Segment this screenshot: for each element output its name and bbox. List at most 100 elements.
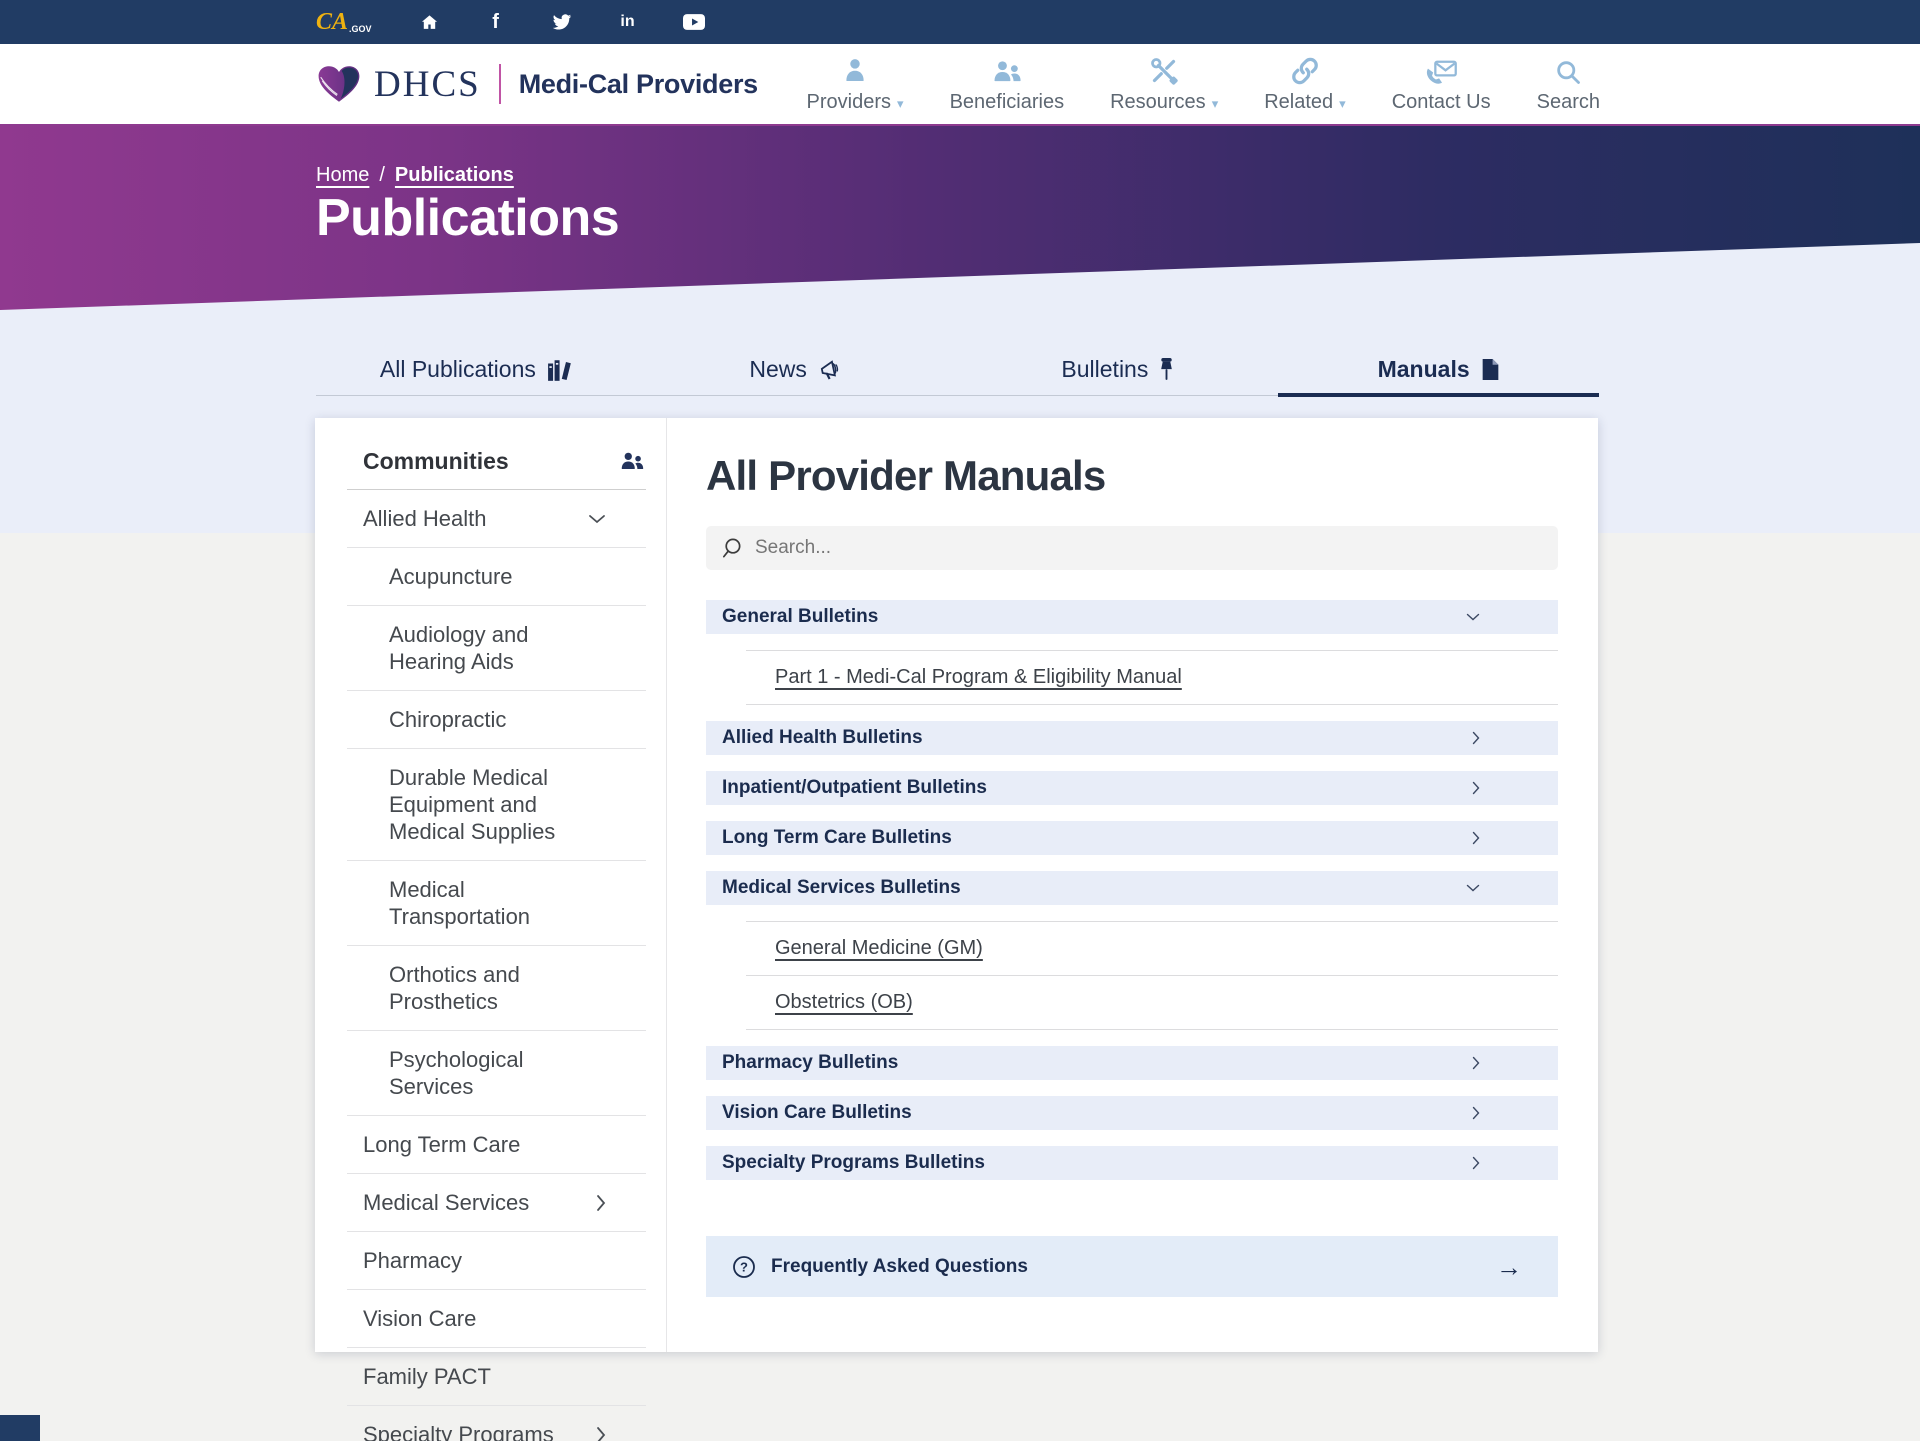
brand-acronym: DHCS	[374, 63, 481, 106]
sidebar-item-label: Vision Care	[363, 1306, 476, 1331]
manuals-search	[706, 526, 1558, 570]
accordion-pharmacy-bulletins[interactable]: Pharmacy Bulletins	[706, 1046, 1558, 1080]
accordion-label: Allied Health Bulletins	[722, 727, 923, 749]
sidebar-item-vision-care[interactable]: Vision Care	[347, 1290, 646, 1348]
link-row: Part 1 - Medi-Cal Program & Eligibility …	[746, 651, 1558, 705]
chevron-right-icon	[1472, 1156, 1480, 1170]
accordion-medical-services-bulletins[interactable]: Medical Services Bulletins	[706, 871, 1558, 905]
sidebar-item-audiology-and-hearing-aids[interactable]: Audiology and Hearing Aids	[347, 606, 646, 691]
accordion-allied-health-bulletins[interactable]: Allied Health Bulletins	[706, 721, 1558, 755]
chevron-right-icon	[1472, 831, 1480, 845]
accordion-label: General Bulletins	[722, 606, 878, 628]
site-title: Medi-Cal Providers	[519, 69, 758, 100]
megaphone-icon	[818, 357, 845, 382]
home-icon[interactable]	[410, 7, 450, 37]
dhcs-heart-logo-icon	[316, 64, 362, 104]
search-icon	[720, 537, 743, 560]
accordion-long-term-care-bulletins[interactable]: Long Term Care Bulletins	[706, 821, 1558, 855]
breadcrumb: Home / Publications	[316, 164, 514, 187]
tab-manuals[interactable]: Manuals	[1278, 344, 1599, 395]
faq-label: Frequently Asked Questions	[771, 1256, 1028, 1278]
nav-beneficiaries[interactable]: Beneficiaries	[950, 54, 1065, 114]
nav-label: Contact Us	[1392, 91, 1491, 113]
breadcrumb-current-link[interactable]: Publications	[395, 164, 514, 187]
sidebar-item-orthotics-and-prosthetics[interactable]: Orthotics and Prosthetics	[347, 946, 646, 1031]
nav-label: Beneficiaries	[950, 91, 1065, 113]
ca-gov-logo-ca: CA	[316, 10, 348, 34]
accordion-label: Long Term Care Bulletins	[722, 827, 952, 849]
accordion-label: Pharmacy Bulletins	[722, 1052, 898, 1074]
sidebar-item-long-term-care[interactable]: Long Term Care	[347, 1116, 646, 1174]
chevron-down-icon	[1466, 613, 1480, 621]
sidebar-item-label: Acupuncture	[389, 564, 513, 589]
accordion-vision-care-bulletins[interactable]: Vision Care Bulletins	[706, 1096, 1558, 1130]
sidebar-item-medical-services[interactable]: Medical Services	[347, 1174, 646, 1232]
sidebar-item-specialty-programs[interactable]: Specialty Programs	[347, 1406, 646, 1441]
youtube-icon[interactable]	[674, 7, 714, 37]
manual-link-obstetrics-ob[interactable]: Obstetrics (OB)	[775, 991, 913, 1014]
nav-resources[interactable]: Resources ▾	[1110, 54, 1218, 114]
tab-news[interactable]: News	[637, 344, 958, 395]
nav-label: Related	[1264, 91, 1333, 113]
books-icon	[547, 358, 573, 382]
svg-text:?: ?	[740, 1259, 748, 1274]
sidebar-item-allied-health[interactable]: Allied Health	[347, 490, 646, 548]
sidebar-item-medical-transportation[interactable]: Medical Transportation	[347, 861, 646, 946]
nav-related[interactable]: Related ▾	[1264, 54, 1345, 114]
nav-contact-us[interactable]: Contact Us	[1392, 54, 1491, 114]
accordion-label: Medical Services Bulletins	[722, 877, 961, 899]
sidebar-item-durable-medical-equipment-and-medical-supplies[interactable]: Durable Medical Equipment and Medical Su…	[347, 749, 646, 861]
tab-label: Manuals	[1378, 356, 1470, 383]
breadcrumb-separator: /	[379, 164, 385, 187]
tab-bulletins[interactable]: Bulletins	[958, 344, 1279, 395]
sidebar-item-label: Orthotics and Prosthetics	[389, 962, 520, 1014]
ca-gov-logo[interactable]: CA .GOV	[316, 10, 372, 34]
tab-all-publications[interactable]: All Publications	[316, 344, 637, 395]
accordion-specialty-programs-bulletins[interactable]: Specialty Programs Bulletins	[706, 1146, 1558, 1180]
accordion-inpatient-outpatient-bulletins[interactable]: Inpatient/Outpatient Bulletins	[706, 771, 1558, 805]
accordion-label: Specialty Programs Bulletins	[722, 1152, 985, 1174]
accordion-links: General Medicine (GM) Obstetrics (OB)	[746, 921, 1558, 1030]
sidebar-item-acupuncture[interactable]: Acupuncture	[347, 548, 646, 606]
page-title: Publications	[316, 188, 619, 248]
link-icon	[1290, 54, 1320, 86]
chevron-down-icon: ▾	[1212, 96, 1219, 111]
accordion-general-bulletins[interactable]: General Bulletins	[706, 600, 1558, 634]
sidebar-item-family-pact[interactable]: Family PACT	[347, 1348, 646, 1406]
chevron-down-icon: ▾	[1339, 96, 1346, 111]
nav-providers[interactable]: Providers▾	[807, 54, 904, 114]
search-input[interactable]	[755, 537, 1544, 559]
sidebar-item-chiropractic[interactable]: Chiropractic	[347, 691, 646, 749]
communities-sidebar: Communities Allied HealthAcupunctureAudi…	[315, 418, 667, 1352]
sidebar-item-pharmacy[interactable]: Pharmacy	[347, 1232, 646, 1290]
manual-link-general-medicine-gm[interactable]: General Medicine (GM)	[775, 937, 983, 960]
tab-label: All Publications	[380, 356, 536, 383]
breadcrumb-home-link[interactable]: Home	[316, 164, 369, 187]
facebook-icon[interactable]: f	[476, 7, 516, 37]
sidebar-item-label: Allied Health	[363, 506, 487, 531]
search-icon	[1554, 54, 1582, 86]
site-header: DHCS Medi-Cal Providers Providers▾ Benefi…	[0, 44, 1920, 126]
tab-label: News	[749, 356, 807, 383]
footer-edge	[0, 1415, 40, 1441]
manual-link-part-1-medi-cal-program-eligibility-manual[interactable]: Part 1 - Medi-Cal Program & Eligibility …	[775, 666, 1182, 689]
faq-bar[interactable]: ? Frequently Asked Questions →	[706, 1236, 1558, 1297]
sidebar-item-label: Durable Medical Equipment and Medical Su…	[389, 765, 555, 844]
chevron-right-icon	[1472, 781, 1480, 795]
panel-title: All Provider Manuals	[706, 452, 1558, 500]
sidebar-item-label: Medical Services	[363, 1190, 529, 1215]
nav-search[interactable]: Search	[1537, 54, 1600, 114]
tools-icon	[1149, 54, 1179, 86]
document-icon	[1481, 358, 1500, 381]
arrow-right-icon: →	[1496, 1254, 1522, 1280]
brand[interactable]: DHCS Medi-Cal Providers	[316, 63, 758, 106]
twitter-icon[interactable]	[542, 7, 582, 37]
sidebar-item-label: Psychological Services	[389, 1047, 524, 1099]
sidebar-item-psychological-services[interactable]: Psychological Services	[347, 1031, 646, 1116]
nav-label: Resources	[1110, 91, 1206, 113]
link-row: General Medicine (GM)	[746, 922, 1558, 976]
linkedin-icon[interactable]: in	[608, 7, 648, 37]
sidebar-item-label: Specialty Programs	[363, 1422, 554, 1441]
sidebar-item-label: Medical Transportation	[389, 877, 530, 929]
contact-icon	[1424, 54, 1458, 86]
